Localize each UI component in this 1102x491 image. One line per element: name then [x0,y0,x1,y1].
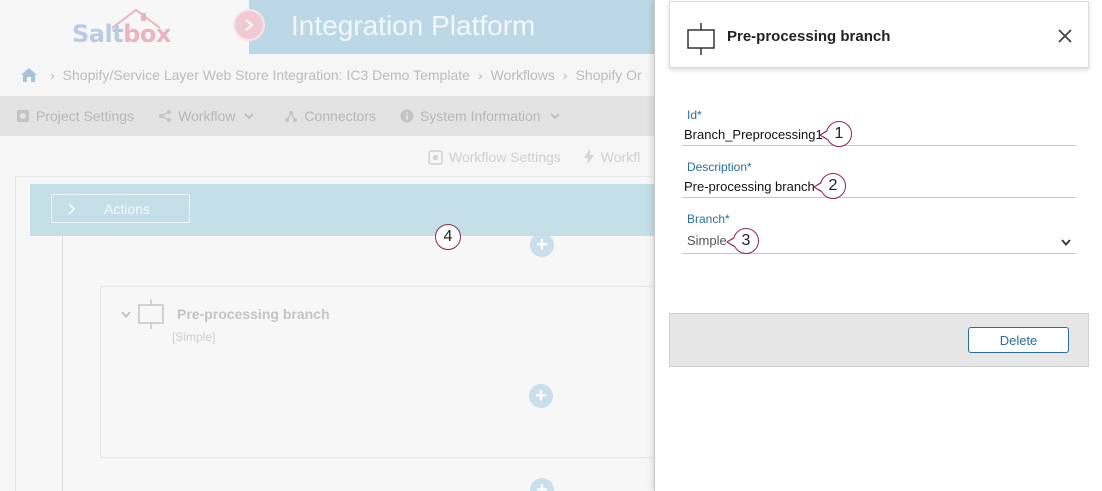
description-field: Description* Pre-processing branch [682,160,1076,198]
lightning-icon [583,149,594,165]
delete-button[interactable]: Delete [968,327,1069,353]
home-icon[interactable] [20,67,38,83]
info-icon [400,109,414,123]
breadcrumb-project[interactable]: Shopify/Service Layer Web Store Integrat… [63,67,470,83]
sidebar-toggle-button[interactable] [233,9,265,41]
workflow-run-button[interactable]: Workfl [583,149,640,165]
branch-label: Branch* [687,212,730,226]
breadcrumb-workflows[interactable]: Workflows [491,67,555,83]
workflow-settings-button[interactable]: Workflow Settings [428,149,561,165]
id-input[interactable]: Branch_Preprocessing1 [682,126,1076,146]
chevron-down-icon [1061,239,1071,246]
connectors-icon [285,111,298,122]
logo-area: Saltbox [0,0,250,54]
actions-button[interactable]: Actions [51,194,190,223]
breadcrumb-separator: › [477,67,483,83]
id-field: Id* Branch_Preprocessing1 [682,108,1076,146]
breadcrumb-separator: › [50,67,55,83]
chevron-right-icon [245,19,254,31]
connectors-label: Connectors [304,108,376,124]
panel-title: Pre-processing branch [727,28,891,45]
add-step-icon[interactable]: + [529,384,553,408]
branch-select-value: Simple [687,233,727,248]
workflow-subbar: Workflow Settings Workfl [428,146,662,168]
close-icon[interactable] [1058,29,1072,43]
workflow-settings-label: Workflow Settings [449,149,561,165]
add-step-icon[interactable]: + [530,236,554,257]
panel-footer: Delete [669,313,1089,367]
logo: Saltbox [72,20,171,48]
actions-label: Actions [104,200,150,217]
callout-1: 1 [819,121,852,147]
chevron-right-icon [68,202,76,215]
callout-4: 4 [435,224,461,250]
workflow-menu-button[interactable]: Workflow [158,108,260,124]
system-information-label: System Information [419,108,541,124]
callout-2: 2 [813,173,846,199]
actions-band: Actions [30,184,670,236]
breadcrumb-separator: › [562,67,568,83]
chevron-down-icon[interactable] [121,310,131,318]
breadcrumb: › Shopify/Service Layer Web Store Integr… [20,63,642,87]
chevron-down-icon [550,113,560,119]
panel-header: Pre-processing branch [669,1,1089,68]
properties-panel: Pre-processing branch Id* Branch_Preproc… [654,0,1102,491]
branch-icon [138,299,164,329]
branch-name: Pre-processing branch [177,306,330,322]
connectors-button[interactable]: Connectors [284,108,376,124]
workflow-run-label: Workfl [600,149,641,165]
app-title: Integration Platform [291,10,536,41]
project-settings-button[interactable]: Project Settings [16,108,134,124]
gear-icon [428,149,443,165]
description-label: Description* [687,160,752,174]
project-settings-label: Project Settings [36,108,135,124]
branch-icon [687,23,715,55]
callout-3: 3 [726,228,759,254]
chevron-down-icon [244,113,254,119]
workflow-label: Workflow [178,108,236,124]
gear-icon [17,110,29,122]
branch-card[interactable]: Pre-processing branch [Simple] + [100,286,665,458]
flow-connector-line [62,236,63,491]
system-information-button[interactable]: System Information [400,108,566,124]
share-icon [159,110,172,122]
breadcrumb-current[interactable]: Shopify Or [576,67,642,83]
id-label: Id* [687,108,702,122]
branch-type: [Simple] [172,330,216,344]
branch-card-header: Pre-processing branch [121,299,330,329]
description-input[interactable]: Pre-processing branch [682,178,1076,198]
